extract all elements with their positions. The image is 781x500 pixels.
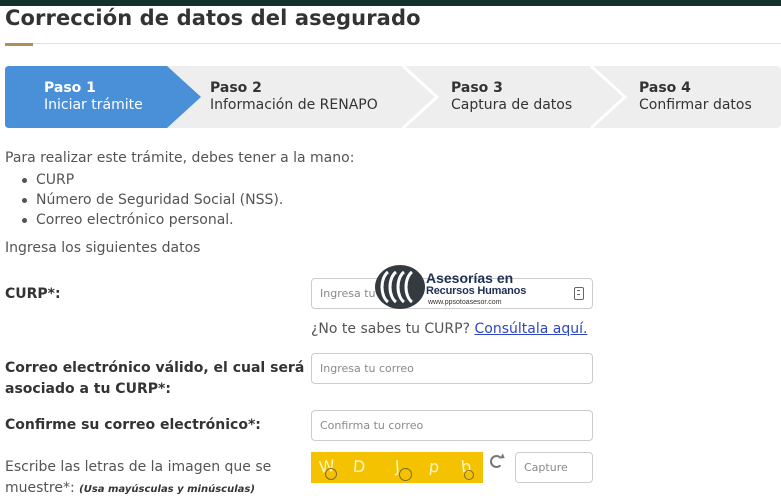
watermark-line1: Asesorías en [426, 270, 514, 286]
curp-help-text: ¿No te sabes tu CURP? [311, 321, 475, 337]
watermark-emblem-icon [375, 265, 425, 309]
curp-help: ¿No te sabes tu CURP? Consúltala aquí. [311, 321, 587, 337]
step-4: Paso 4 Confirmar datos [639, 80, 752, 114]
step-3-separator [589, 66, 628, 128]
captcha-letter: p [428, 456, 441, 477]
step-1-label: Iniciar trámite [44, 97, 143, 113]
email-label-line2: asociado a tu CURP*: [5, 381, 171, 397]
step-3-number: Paso 3 [451, 80, 503, 96]
curp-lookup-link[interactable]: Consúltala aquí. [474, 321, 587, 337]
refresh-icon[interactable] [490, 455, 503, 468]
requirements-list: CURP Número de Seguridad Social (NSS). C… [22, 170, 283, 230]
requirement-curp: CURP [22, 170, 283, 190]
requirement-email: Correo electrónico personal. [22, 210, 283, 230]
email-label: Correo electrónico válido, el cual será … [5, 358, 304, 400]
page-title: Corrección de datos del asegurado [5, 6, 421, 30]
instruction-text: Ingresa los siguientes datos [5, 240, 201, 256]
captcha-letter: D [352, 456, 367, 477]
captcha-note: (Usa mayúsculas y minúsculas) [79, 484, 255, 495]
id-card-icon [574, 287, 584, 300]
step-4-label: Confirmar datos [639, 97, 752, 113]
step-2: Paso 2 Información de RENAPO [210, 80, 378, 114]
watermark-line3: www.ppsotoasesor.com [428, 299, 502, 306]
step-3: Paso 3 Captura de datos [451, 80, 572, 114]
email-confirm-label: Confirme su correo electrónico*: [5, 417, 261, 433]
captcha-label: Escribe las letras de la imagen que se m… [5, 457, 271, 500]
step-2-label: Información de RENAPO [210, 97, 378, 113]
captcha-label-line2: muestre*: [5, 480, 80, 496]
email-label-line1: Correo electrónico válido, el cual será [5, 360, 305, 376]
step-3-label: Captura de datos [451, 97, 573, 113]
step-4-number: Paso 4 [639, 80, 691, 96]
curp-label: CURP*: [5, 286, 61, 302]
watermark-logo: Asesorías en Recursos Humanos www.ppsoto… [374, 264, 534, 312]
email-confirm-input[interactable] [311, 410, 593, 441]
captcha-noise [325, 468, 337, 480]
step-2-number: Paso 2 [210, 80, 262, 96]
stepper: Paso 1 Iniciar trámite Paso 2 Informació… [5, 66, 781, 128]
captcha-noise [464, 470, 474, 480]
captcha-noise [399, 468, 412, 481]
step-1: Paso 1 Iniciar trámite [44, 80, 143, 114]
intro-text: Para realizar este trámite, debes tener … [5, 150, 355, 166]
email-input[interactable] [311, 353, 593, 384]
step-1-number: Paso 1 [44, 80, 96, 96]
captcha-input[interactable] [515, 452, 593, 483]
requirement-nss: Número de Seguridad Social (NSS). [22, 190, 283, 210]
title-divider [5, 43, 781, 44]
captcha-image: W D J p b [311, 452, 483, 483]
captcha-label-line1: Escribe las letras de la imagen que se [5, 459, 272, 475]
watermark-line2: Recursos Humanos [426, 285, 527, 297]
step-2-separator [401, 66, 440, 128]
title-accent [5, 43, 33, 46]
